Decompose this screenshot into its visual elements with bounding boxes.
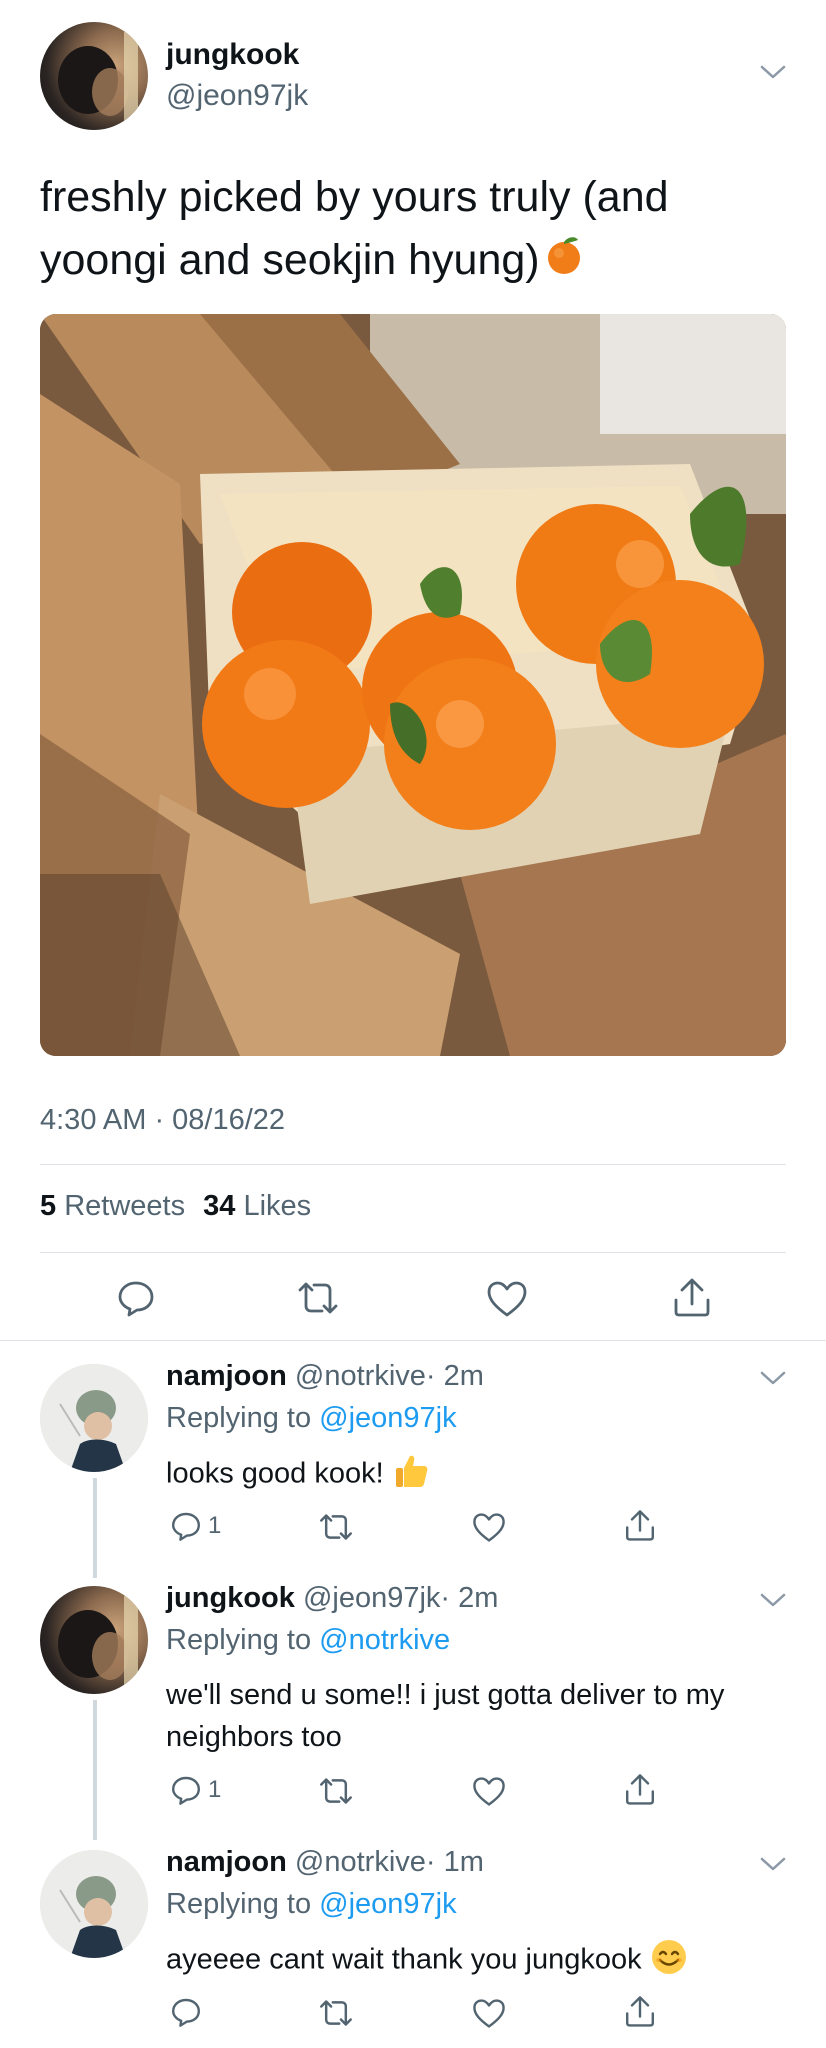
reply-icon[interactable] bbox=[170, 1996, 202, 2028]
avatar-photo bbox=[40, 1850, 148, 1958]
heart-icon[interactable] bbox=[472, 1998, 506, 2029]
retweets-label: Retweets bbox=[64, 1190, 186, 1222]
tweet-timestamp[interactable]: 4:30 AM · 08/16/22 bbox=[40, 1104, 285, 1137]
reply-text-body: ayeeee cant wait thank you jungkook bbox=[166, 1943, 642, 1976]
share-icon[interactable] bbox=[624, 1508, 656, 1542]
tweet-image[interactable] bbox=[40, 314, 786, 1056]
chevron-down-icon[interactable] bbox=[760, 1370, 786, 1386]
tweet-text: freshly picked by yours truly (and yoong… bbox=[40, 166, 740, 294]
reply-author-handle[interactable]: @jeon97jk bbox=[303, 1582, 440, 1614]
thread-line bbox=[93, 1700, 97, 1840]
retweets-count: 5 bbox=[40, 1190, 57, 1222]
reply-text: looks good kook! bbox=[166, 1452, 430, 1498]
author-handle[interactable]: @jeon97jk bbox=[166, 79, 308, 113]
share-icon[interactable] bbox=[624, 1994, 656, 2028]
reply-time: · 2m bbox=[440, 1582, 499, 1614]
reply-count: 1 bbox=[208, 1776, 222, 1803]
reply-icon[interactable] bbox=[116, 1278, 156, 1318]
avatar-namjoon[interactable] bbox=[40, 1364, 148, 1472]
author-name[interactable]: jungkook bbox=[166, 38, 299, 72]
divider bbox=[40, 1252, 786, 1253]
reply-icon[interactable] bbox=[170, 1510, 202, 1542]
reply-text-body: looks good kook! bbox=[166, 1457, 384, 1490]
replying-to-label: Replying to bbox=[166, 1624, 312, 1656]
retweets-stat[interactable]: 5 Retweets bbox=[40, 1190, 193, 1222]
smiling-face-emoji bbox=[650, 1938, 688, 1984]
reply-icon[interactable] bbox=[170, 1774, 202, 1806]
reply-text: ayeeee cant wait thank you jungkook bbox=[166, 1938, 688, 1984]
avatar-jungkook[interactable] bbox=[40, 1586, 148, 1694]
avatar-namjoon[interactable] bbox=[40, 1850, 148, 1958]
reply-author-handle[interactable]: @notrkive bbox=[295, 1846, 426, 1878]
reply-author-handle[interactable]: @notrkive bbox=[295, 1360, 426, 1392]
reply-author-name[interactable]: jungkook bbox=[166, 1582, 295, 1614]
heart-icon[interactable] bbox=[486, 1280, 528, 1318]
heart-icon[interactable] bbox=[472, 1776, 506, 1807]
likes-count: 34 bbox=[203, 1190, 236, 1222]
likes-label: Likes bbox=[243, 1190, 312, 1222]
reply-time: · 1m bbox=[425, 1846, 484, 1878]
divider bbox=[40, 1164, 786, 1165]
orange-emoji bbox=[544, 231, 584, 294]
reply-author-name[interactable]: namjoon bbox=[166, 1360, 287, 1392]
reply-header: namjoon @notrkive· 1m bbox=[166, 1846, 484, 1879]
chevron-down-icon[interactable] bbox=[760, 1856, 786, 1872]
share-icon[interactable] bbox=[624, 1772, 656, 1806]
reply-header: namjoon @notrkive· 2m bbox=[166, 1360, 484, 1393]
likes-stat[interactable]: 34 Likes bbox=[203, 1190, 311, 1222]
avatar-photo bbox=[40, 1364, 148, 1472]
chevron-down-icon[interactable] bbox=[760, 64, 786, 80]
replying-to: Replying to @jeon97jk bbox=[166, 1888, 457, 1921]
section-divider bbox=[0, 1340, 826, 1341]
thread-line bbox=[93, 1478, 97, 1578]
reply-time: · 2m bbox=[425, 1360, 484, 1392]
replying-to-label: Replying to bbox=[166, 1888, 312, 1920]
reply-count: 1 bbox=[208, 1512, 222, 1539]
retweet-icon[interactable] bbox=[296, 1280, 340, 1316]
share-icon[interactable] bbox=[672, 1276, 712, 1318]
avatar-jungkook[interactable] bbox=[40, 22, 148, 130]
reply-header: jungkook @jeon97jk· 2m bbox=[166, 1582, 498, 1615]
replying-to: Replying to @notrkive bbox=[166, 1624, 450, 1657]
replying-to-link[interactable]: @jeon97jk bbox=[319, 1888, 456, 1920]
tweet-stats: 5 Retweets 34 Likes bbox=[40, 1190, 311, 1223]
mandarins-photo bbox=[40, 314, 786, 1056]
retweet-icon[interactable] bbox=[318, 1776, 354, 1806]
avatar-photo bbox=[58, 32, 138, 122]
thumbs-up-emoji bbox=[392, 1452, 430, 1498]
replying-to: Replying to @jeon97jk bbox=[166, 1402, 457, 1435]
retweet-icon[interactable] bbox=[318, 1512, 354, 1542]
retweet-icon[interactable] bbox=[318, 1998, 354, 2028]
avatar-photo bbox=[58, 1596, 138, 1686]
reply-author-name[interactable]: namjoon bbox=[166, 1846, 287, 1878]
heart-icon[interactable] bbox=[472, 1512, 506, 1543]
replying-to-link[interactable]: @notrkive bbox=[319, 1624, 450, 1656]
replying-to-link[interactable]: @jeon97jk bbox=[319, 1402, 456, 1434]
chevron-down-icon[interactable] bbox=[760, 1592, 786, 1608]
replying-to-label: Replying to bbox=[166, 1402, 312, 1434]
reply-text: we'll send u some!! i just gotta deliver… bbox=[166, 1679, 725, 1753]
